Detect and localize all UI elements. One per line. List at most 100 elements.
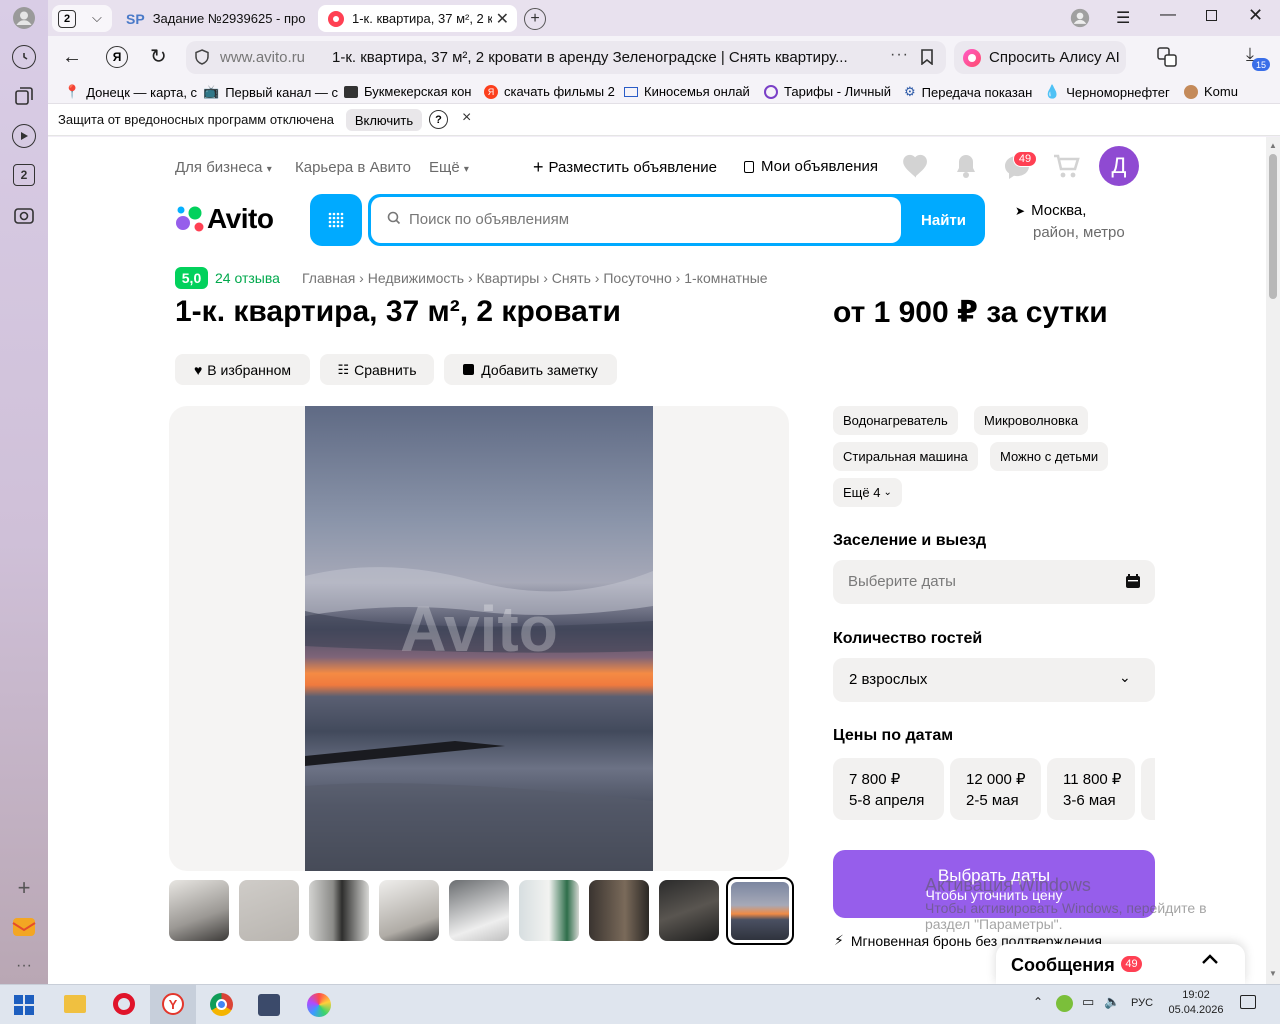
breadcrumb-item[interactable]: Недвижимость bbox=[368, 270, 464, 286]
thumbnail-8[interactable] bbox=[659, 880, 719, 941]
cart-icon[interactable] bbox=[1052, 153, 1080, 184]
my-ads-link[interactable]: Мои объявления bbox=[744, 158, 878, 175]
bookmark-chernomor[interactable]: 💧 Черноморнефтег bbox=[1044, 84, 1170, 100]
feature-tag[interactable]: Водонагреватель bbox=[833, 406, 958, 435]
new-tab-icon[interactable]: + bbox=[524, 8, 546, 30]
categories-button[interactable] bbox=[310, 194, 362, 246]
tab-task[interactable]: SP Задание №2939625 - про bbox=[116, 5, 316, 32]
reviews-link[interactable]: 24 отзыва bbox=[215, 270, 280, 286]
nav-more[interactable]: Ещё ▾ bbox=[429, 159, 469, 176]
minimize-icon[interactable]: — bbox=[1160, 6, 1176, 24]
post-ad-link[interactable]: + Разместить объявление bbox=[533, 157, 717, 178]
add-note-button[interactable]: Добавить заметку bbox=[444, 354, 617, 385]
profile-icon[interactable] bbox=[12, 6, 36, 30]
collections-icon[interactable] bbox=[12, 84, 36, 108]
bookmark-komu[interactable]: Komu bbox=[1184, 84, 1238, 99]
chevron-up-icon[interactable] bbox=[1200, 952, 1220, 971]
date-price-card[interactable]: 11 800 ₽ 3-6 мая bbox=[1047, 758, 1135, 820]
breadcrumb-item[interactable]: Главная bbox=[302, 270, 355, 286]
menu-icon[interactable]: ☰ bbox=[1116, 8, 1130, 28]
video-icon[interactable] bbox=[12, 124, 36, 148]
help-icon[interactable]: ? bbox=[429, 110, 448, 129]
compare-button[interactable]: ☷ Сравнить bbox=[320, 354, 434, 385]
thumbnail-1[interactable] bbox=[169, 880, 229, 941]
bookmark-readings[interactable]: ⚙ Передача показан bbox=[904, 84, 1032, 100]
breadcrumb-item[interactable]: Квартиры bbox=[477, 270, 540, 286]
language-indicator[interactable]: РУС bbox=[1131, 997, 1153, 1009]
bookmark-bookmaker[interactable]: Букмекерская кон bbox=[344, 84, 472, 99]
dates-input[interactable]: Выберите даты bbox=[833, 560, 1155, 604]
guests-select[interactable]: 2 взрослых ⌄ bbox=[833, 658, 1155, 702]
yandex-browser-taskbar[interactable]: Y bbox=[150, 985, 196, 1024]
windows-start-icon[interactable] bbox=[14, 995, 34, 1020]
file-explorer-icon[interactable] bbox=[64, 995, 86, 1013]
search-input[interactable]: Поиск по объявлениям bbox=[371, 197, 901, 243]
bookmark-films[interactable]: Яскачать фильмы 2 bbox=[484, 84, 615, 99]
clock[interactable]: 19:02 05.04.2026 bbox=[1168, 988, 1224, 1018]
chrome-icon[interactable] bbox=[210, 993, 233, 1016]
breadcrumb-item[interactable]: 1-комнатные bbox=[684, 270, 767, 286]
thumbnail-5[interactable] bbox=[449, 880, 509, 941]
close-warning-icon[interactable]: × bbox=[462, 109, 471, 127]
tab-avito[interactable]: 1-к. квартира, 37 м², 2 к ✕ bbox=[318, 5, 517, 32]
close-window-icon[interactable]: ✕ bbox=[1248, 5, 1263, 26]
avatar[interactable]: Д bbox=[1099, 146, 1139, 186]
scroll-up-icon[interactable]: ▲ bbox=[1269, 141, 1277, 150]
thumbnail-3[interactable] bbox=[309, 880, 369, 941]
notifications-bell-icon[interactable] bbox=[954, 153, 978, 184]
bookmark-channel1[interactable]: 📺 Первый канал — с bbox=[203, 84, 338, 100]
feature-tag[interactable]: Стиральная машина bbox=[833, 442, 978, 471]
thumbnail-2[interactable] bbox=[239, 880, 299, 941]
tray-chevron-icon[interactable]: ⌃ bbox=[1033, 995, 1043, 1009]
reload-icon[interactable]: ↻ bbox=[150, 44, 167, 69]
page-actions-icon[interactable]: ··· bbox=[890, 46, 909, 64]
avito-logo[interactable]: Avito bbox=[175, 203, 274, 235]
search-button[interactable]: Найти bbox=[902, 194, 985, 246]
enable-protection-button[interactable]: Включить bbox=[346, 109, 422, 131]
restore-icon[interactable] bbox=[1206, 10, 1217, 21]
tray-app-icon[interactable] bbox=[1056, 995, 1073, 1012]
messages-widget[interactable]: Сообщения 49 bbox=[996, 944, 1245, 984]
translate-icon[interactable] bbox=[1156, 46, 1178, 73]
feature-tag[interactable]: Микроволновка bbox=[974, 406, 1089, 435]
colorful-app-icon[interactable] bbox=[307, 993, 331, 1017]
shield-icon[interactable] bbox=[194, 49, 210, 70]
bookmark-icon[interactable] bbox=[920, 49, 934, 70]
tabs-count-icon[interactable]: 2 bbox=[13, 164, 35, 186]
yandex-icon[interactable]: Я bbox=[106, 46, 128, 68]
bookmark-kinosemya[interactable]: Киносемья онлай bbox=[624, 84, 750, 99]
volume-icon[interactable]: 🔈 bbox=[1104, 994, 1120, 1010]
page-scrollbar[interactable]: ▲ ▼ bbox=[1266, 137, 1280, 984]
more-features-button[interactable]: Ещё 4 ⌄ bbox=[833, 478, 902, 507]
favorites-heart-icon[interactable] bbox=[902, 153, 930, 184]
date-price-card[interactable]: 12 000 ₽ 2-5 мая bbox=[950, 758, 1041, 820]
mail-icon[interactable] bbox=[12, 915, 36, 939]
tab-group-button[interactable]: 2 ⌵ bbox=[52, 5, 112, 32]
scroll-down-icon[interactable]: ▼ bbox=[1269, 969, 1277, 978]
thumbnail-6[interactable] bbox=[519, 880, 579, 941]
bookmark-tariffs[interactable]: Тарифы - Личный bbox=[764, 84, 891, 99]
photo-gallery[interactable]: Avito bbox=[169, 406, 789, 871]
nav-business[interactable]: Для бизнеса ▾ bbox=[175, 159, 272, 176]
notifications-icon[interactable] bbox=[1240, 995, 1256, 1009]
thumbnail-4[interactable] bbox=[379, 880, 439, 941]
location-selector[interactable]: ➤ Москва, район, метро bbox=[1015, 200, 1125, 244]
date-price-card-partial[interactable] bbox=[1141, 758, 1155, 820]
back-icon[interactable]: ← bbox=[62, 46, 82, 69]
network-icon[interactable]: ▭ bbox=[1082, 994, 1094, 1010]
screenshot-icon[interactable] bbox=[12, 204, 36, 228]
date-price-card[interactable]: 7 800 ₽ 5-8 апреля bbox=[833, 758, 944, 820]
thumbnail-9-selected[interactable] bbox=[726, 877, 794, 945]
bookmark-donetsk[interactable]: 📍 Донецк — карта, с bbox=[64, 84, 197, 100]
account-icon[interactable] bbox=[1070, 8, 1090, 33]
opera-icon[interactable] bbox=[113, 993, 135, 1015]
feature-tag[interactable]: Можно с детьми bbox=[990, 442, 1109, 471]
breadcrumb-item[interactable]: Посуточно bbox=[603, 270, 671, 286]
close-tab-icon[interactable]: ✕ bbox=[496, 9, 509, 29]
scrollbar-thumb[interactable] bbox=[1269, 154, 1277, 299]
more-icon[interactable]: ··· bbox=[12, 954, 36, 978]
nav-career[interactable]: Карьера в Авито bbox=[295, 159, 411, 176]
add-panel-icon[interactable]: + bbox=[12, 875, 36, 900]
ask-alice-button[interactable]: Спросить Алису AI bbox=[954, 41, 1126, 74]
app-icon[interactable] bbox=[258, 994, 280, 1016]
